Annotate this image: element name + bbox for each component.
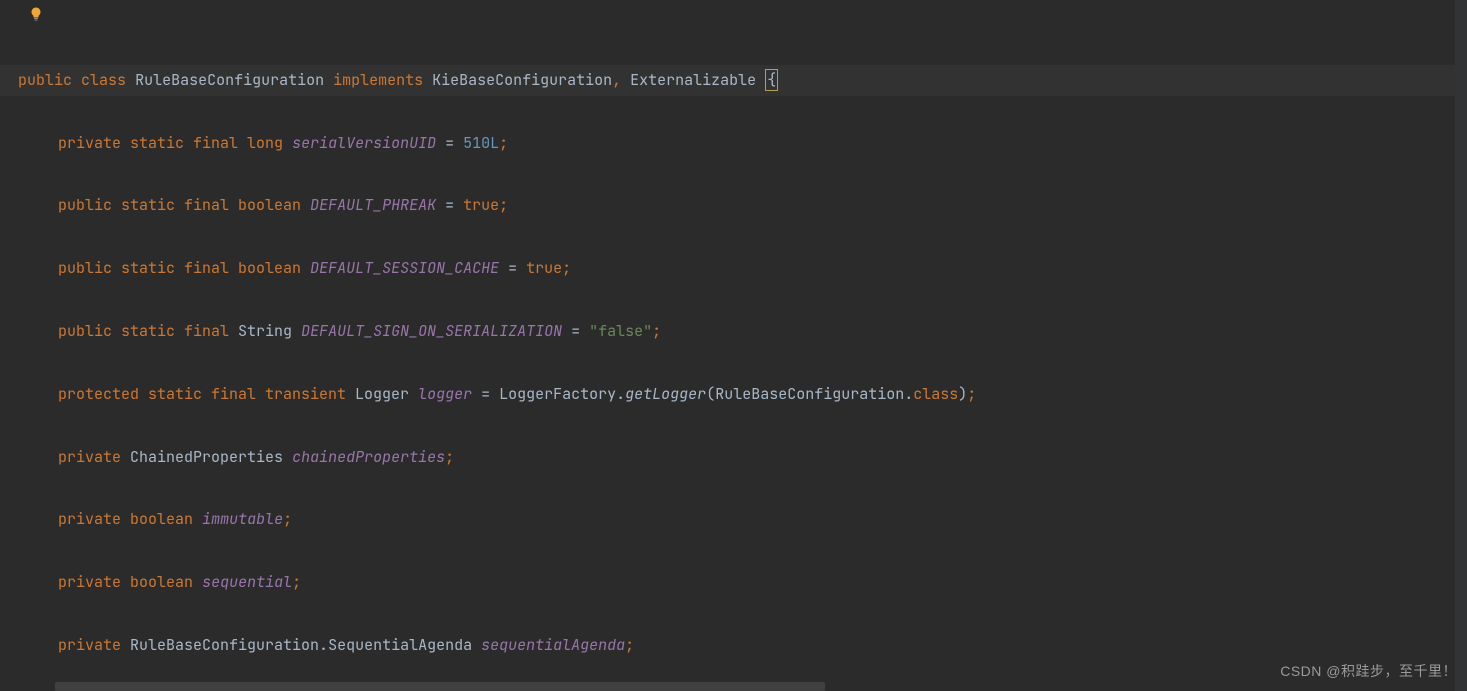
code-editor[interactable]: public class RuleBaseConfiguration imple…: [0, 0, 1467, 691]
interface-2: Externalizable: [630, 70, 756, 90]
open-brace-caret: {: [765, 69, 778, 91]
field-default-sign[interactable]: public static final String DEFAULT_SIGN_…: [18, 316, 1467, 347]
keyword-class: class: [81, 70, 126, 90]
field-logger[interactable]: protected static final transient Logger …: [18, 379, 1467, 410]
class-declaration-line[interactable]: public class RuleBaseConfiguration imple…: [0, 65, 1467, 96]
field-chainedProperties[interactable]: private ChainedProperties chainedPropert…: [18, 442, 1467, 473]
field-default-session-cache[interactable]: public static final boolean DEFAULT_SESS…: [18, 253, 1467, 284]
lightbulb-icon[interactable]: [28, 6, 44, 27]
field-serialVersionUID[interactable]: private static final long serialVersionU…: [18, 128, 1467, 159]
class-name: RuleBaseConfiguration: [135, 70, 324, 90]
intention-bulb-row: [0, 4, 1467, 33]
keyword-implements: implements: [333, 70, 423, 90]
interface-1: KieBaseConfiguration: [432, 70, 612, 90]
horizontal-scrollbar[interactable]: [55, 682, 825, 691]
comma: ,: [612, 70, 621, 90]
field-default-phreak[interactable]: public static final boolean DEFAULT_PHRE…: [18, 190, 1467, 221]
field-sequential[interactable]: private boolean sequential;: [18, 567, 1467, 598]
keyword-public: public: [18, 70, 72, 90]
code-content[interactable]: public class RuleBaseConfiguration imple…: [0, 33, 1467, 691]
field-immutable[interactable]: private boolean immutable;: [18, 504, 1467, 535]
field-sequentialAgenda[interactable]: private RuleBaseConfiguration.Sequential…: [18, 630, 1467, 661]
editor-gutter-right[interactable]: [1455, 0, 1467, 691]
